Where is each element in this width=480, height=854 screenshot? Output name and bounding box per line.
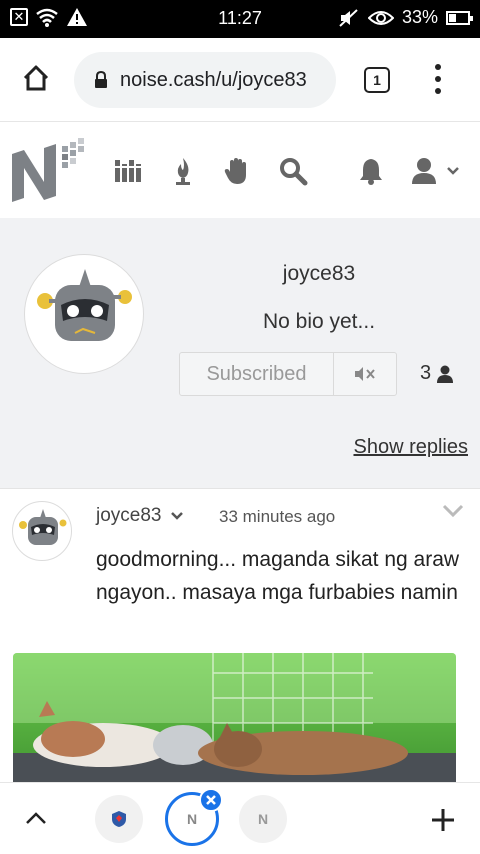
post-menu-chevron-icon[interactable]	[442, 503, 464, 519]
lock-icon	[95, 71, 107, 88]
battery-percent: 33%	[401, 7, 438, 27]
post-photo[interactable]	[13, 653, 456, 782]
chevron-down-icon	[170, 512, 183, 520]
post-card: joyce83 33 minutes ago goodmorning... ma…	[0, 488, 480, 782]
post-timestamp[interactable]: 33 minutes ago	[219, 507, 335, 527]
subscriber-count[interactable]: 3	[420, 362, 454, 385]
subscriber-count-value: 3	[420, 362, 432, 384]
post-body: goodmorning... maganda sikat ng araw nga…	[96, 548, 460, 604]
browser-toolbar: noise.cash/u/joyce83 1	[0, 38, 480, 122]
user-icon	[437, 365, 454, 383]
site-header	[0, 122, 480, 218]
hand-icon[interactable]	[222, 156, 252, 186]
post-author-name: joyce83	[96, 505, 162, 526]
more-vert-icon[interactable]	[428, 64, 448, 94]
chevron-up-icon[interactable]	[25, 811, 47, 825]
subscribe-group: Subscribed	[179, 352, 397, 396]
home-icon[interactable]	[22, 64, 50, 92]
address-bar[interactable]: noise.cash/u/joyce83	[74, 52, 336, 108]
mute-speaker-icon	[355, 367, 375, 381]
profile-header: joyce83 No bio yet... Subscribed 3 Show …	[0, 218, 480, 488]
mute-icon	[339, 8, 358, 27]
eye-icon	[367, 10, 394, 25]
noise-favicon-icon: N	[186, 811, 198, 827]
show-replies-link[interactable]: Show replies	[353, 436, 468, 459]
noise-favicon-icon: N	[257, 811, 269, 827]
robot-avatar-icon	[19, 509, 67, 545]
cats-photo-image	[13, 653, 456, 782]
bell-icon[interactable]	[356, 156, 386, 186]
subscribed-button[interactable]: Subscribed	[180, 353, 334, 395]
avatar[interactable]	[24, 254, 144, 374]
battery-icon	[446, 10, 473, 25]
shield-favicon-icon	[112, 811, 126, 827]
post-avatar[interactable]	[12, 501, 72, 561]
tabs-icon[interactable]: 1	[364, 67, 390, 93]
robot-avatar-icon	[37, 269, 132, 341]
profile-username: joyce83	[282, 262, 356, 285]
profile-bio: No bio yet...	[262, 310, 376, 333]
new-tab-icon[interactable]	[430, 807, 456, 833]
url-text: noise.cash/u/joyce83	[120, 68, 307, 91]
logo[interactable]	[10, 132, 90, 208]
tab-thumbnail[interactable]: N	[239, 795, 287, 843]
mute-button[interactable]	[334, 353, 396, 395]
user-menu-icon[interactable]	[410, 156, 464, 186]
tab-switcher-bar: N N	[0, 782, 480, 854]
fire-icon[interactable]	[168, 156, 198, 186]
status-bar: ✕ 11:27 33%	[0, 0, 480, 38]
close-tab-icon[interactable]	[199, 788, 223, 812]
library-icon[interactable]	[113, 156, 143, 186]
post-author[interactable]: joyce83	[96, 505, 184, 527]
search-icon[interactable]	[278, 156, 308, 186]
tab-thumbnail[interactable]	[95, 795, 143, 843]
